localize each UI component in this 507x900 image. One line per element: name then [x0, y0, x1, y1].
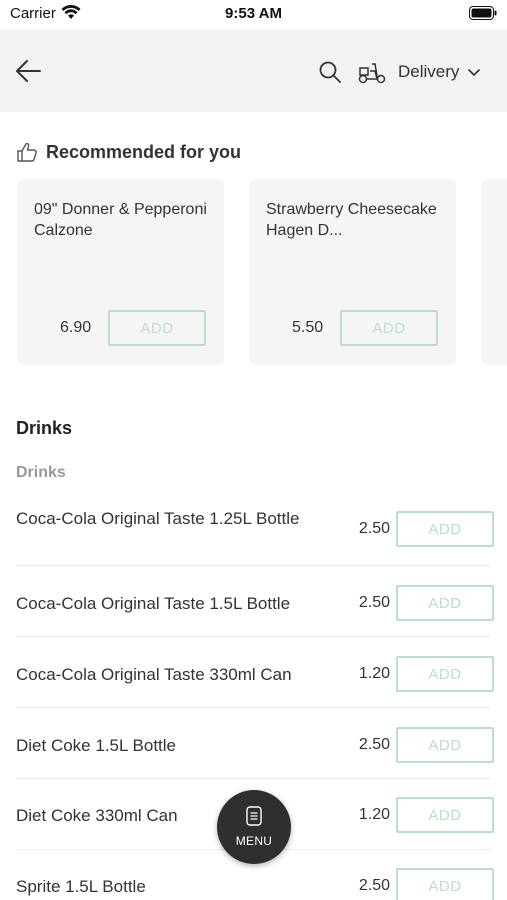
chevron-down-icon — [468, 69, 481, 76]
menu-item-row[interactable]: Coca-Cola Original Taste 1.25L Bottle 2.… — [16, 494, 494, 566]
add-button[interactable]: ADD — [108, 310, 206, 346]
add-button[interactable]: ADD — [396, 585, 494, 621]
scooter-icon — [358, 63, 386, 84]
add-button[interactable]: ADD — [340, 310, 438, 346]
menu-card-icon — [246, 806, 262, 826]
recommended-item-price: 5.50 — [292, 319, 324, 336]
section-title: Drinks — [16, 418, 73, 438]
battery-icon — [469, 6, 497, 20]
menu-item-price: 2.50 — [358, 594, 390, 611]
menu-item-row[interactable]: Diet Coke 1.5L Bottle 2.50 ADD — [16, 708, 494, 779]
recommended-item-name: 09" Donner & Pepperoni Calzone — [34, 201, 207, 239]
header-bar: Delivery — [0, 30, 507, 112]
recommended-card[interactable]: Strawberry Cheesecake Hagen D... 5.50 AD… — [249, 179, 456, 365]
add-button[interactable]: ADD — [396, 868, 494, 900]
delivery-mode-selector[interactable]: Delivery — [358, 56, 481, 88]
add-button[interactable]: ADD — [396, 797, 494, 833]
recommended-item-name: Strawberry Cheesecake Hagen D... — [266, 201, 437, 239]
delivery-mode-label: Delivery — [398, 62, 460, 81]
menu-item-price: 1.20 — [358, 806, 390, 823]
recommended-header: Recommended for you — [16, 141, 241, 163]
menu-label: MENU — [235, 834, 273, 848]
add-button[interactable]: ADD — [396, 727, 494, 763]
add-button[interactable]: ADD — [396, 656, 494, 692]
search-icon[interactable] — [319, 61, 341, 83]
recommended-title: Recommended for you — [46, 141, 242, 162]
add-button[interactable]: ADD — [396, 511, 494, 547]
status-time: 9:53 AM — [225, 5, 282, 22]
menu-item-name: Diet Coke 1.5L Bottle — [16, 736, 177, 755]
thumbs-up-icon — [17, 142, 37, 162]
section-subtitle: Drinks — [16, 464, 66, 481]
menu-item-row[interactable]: Coca-Cola Original Taste 330ml Can 1.20 … — [16, 637, 494, 708]
menu-item-row[interactable]: Coca-Cola Original Taste 1.5L Bottle 2.5… — [16, 566, 494, 637]
menu-item-name: Sprite 1.5L Bottle — [16, 877, 146, 896]
back-arrow-icon[interactable] — [14, 57, 42, 85]
menu-item-price: 2.50 — [358, 736, 390, 753]
recommended-card-partial[interactable] — [481, 179, 507, 365]
menu-item-price: 2.50 — [358, 520, 390, 537]
menu-item-name: Coca-Cola Original Taste 1.25L Bottle — [16, 509, 300, 528]
menu-item-name: Coca-Cola Original Taste 330ml Can — [16, 665, 292, 684]
recommended-card[interactable]: 09" Donner & Pepperoni Calzone 6.90 ADD — [17, 179, 224, 365]
menu-fab-button[interactable]: MENU — [217, 790, 291, 864]
menu-item-price: 2.50 — [358, 877, 390, 894]
status-bar: Carrier 9:53 AM — [0, 0, 507, 30]
menu-item-name: Coca-Cola Original Taste 1.5L Bottle — [16, 594, 291, 613]
menu-item-price: 1.20 — [358, 665, 390, 682]
recommended-item-price: 6.90 — [60, 319, 92, 336]
